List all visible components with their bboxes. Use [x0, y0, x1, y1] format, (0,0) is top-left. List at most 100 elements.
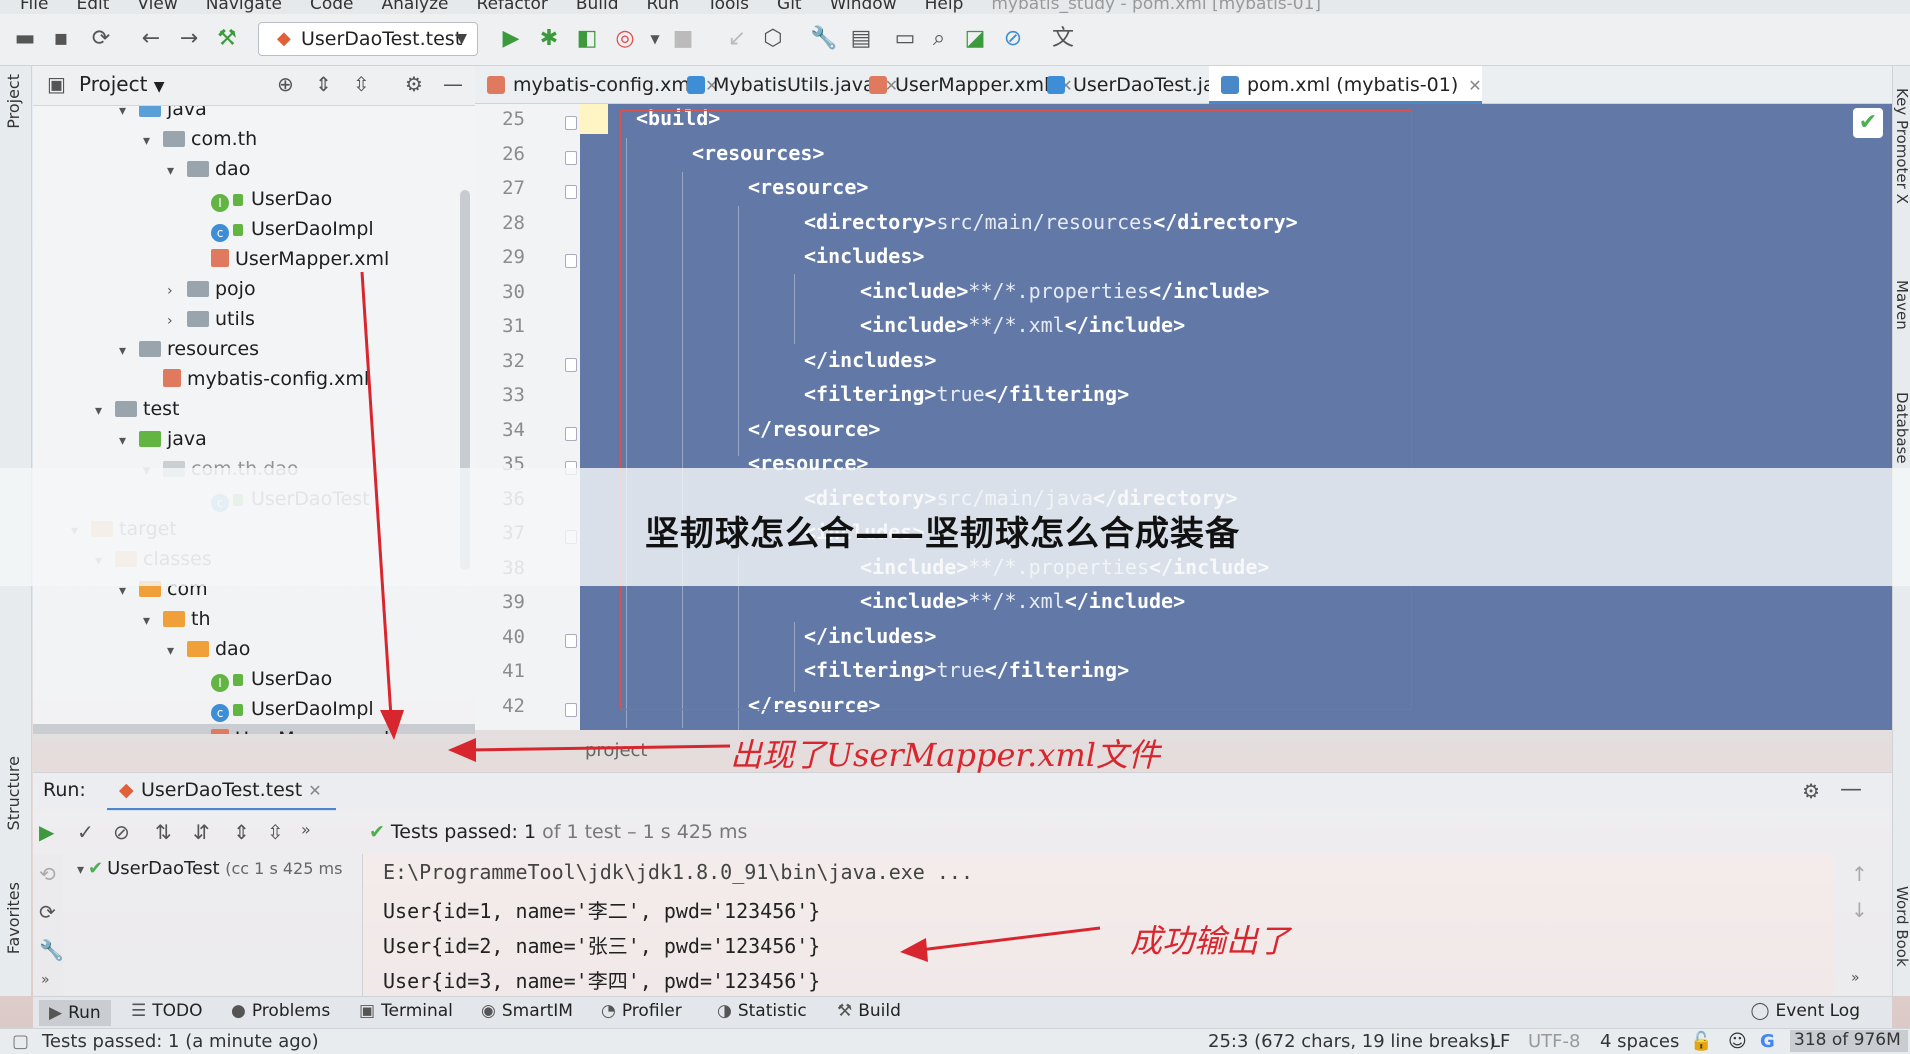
terminal-icon[interactable]: ▭: [892, 26, 918, 52]
close-icon[interactable]: ✕: [308, 781, 321, 800]
bottom-tab[interactable]: ● Problems: [231, 1001, 330, 1021]
open-folder-icon[interactable]: ▬: [12, 26, 38, 52]
chevron-icon[interactable]: ▾: [143, 126, 163, 156]
status-message[interactable]: Tests passed: 1 (a minute ago): [42, 1031, 319, 1052]
tree-item[interactable]: I UserDao: [33, 184, 475, 214]
tree-item[interactable]: ▾ com.th: [33, 124, 475, 154]
menu-item[interactable]: Git: [777, 0, 802, 13]
bottom-tab[interactable]: ◑ Statistic: [717, 1001, 807, 1021]
sort-duration-icon[interactable]: ⇵: [193, 820, 210, 844]
close-icon[interactable]: ✕: [1468, 76, 1481, 95]
tree-item[interactable]: › utils: [33, 304, 475, 334]
tree-item[interactable]: ▾ dao: [33, 634, 475, 664]
inspection-icon[interactable]: ☺: [1728, 1031, 1747, 1052]
tree-item[interactable]: c UserDaoImpl: [33, 214, 475, 244]
chevron-icon[interactable]: ▾: [143, 606, 163, 636]
bottom-tab[interactable]: ▶ Run: [39, 1000, 111, 1026]
chevron-icon[interactable]: ▾: [167, 156, 187, 186]
run-icon[interactable]: ▶: [498, 26, 524, 52]
minimize-icon[interactable]: —: [1840, 777, 1862, 802]
statistic-icon[interactable]: ◪: [962, 26, 988, 52]
menu-item[interactable]: Tools: [707, 0, 749, 13]
scroll-down-icon[interactable]: ↓: [1851, 898, 1868, 922]
expand-all-icon[interactable]: ⇕: [233, 820, 250, 844]
rerun-failed-icon[interactable]: ⟲: [39, 862, 56, 886]
translate-icon[interactable]: 文: [1050, 26, 1076, 52]
tree-item[interactable]: mybatis-config.xml: [33, 364, 475, 394]
chevron-icon[interactable]: ▾: [119, 426, 139, 456]
menu-item[interactable]: Run: [647, 0, 680, 13]
expand-all-icon[interactable]: ⇕: [315, 72, 332, 96]
menu-item[interactable]: Edit: [76, 0, 109, 13]
profile-dropdown-icon[interactable]: ▼: [642, 26, 668, 52]
chevron-icon[interactable]: ›: [167, 276, 187, 306]
menu-item[interactable]: Analyze: [382, 0, 449, 13]
editor-breadcrumb[interactable]: project: [585, 740, 647, 761]
scroll-up-icon[interactable]: ↑: [1851, 862, 1868, 886]
menu-item[interactable]: View: [137, 0, 177, 13]
tree-item[interactable]: ▾ th: [33, 604, 475, 634]
run-config-selector[interactable]: ◆ UserDaoTest.test ▼: [258, 22, 478, 56]
back-icon[interactable]: ←: [138, 26, 164, 52]
project-tool-tab[interactable]: Project: [4, 74, 23, 129]
fold-marker-icon[interactable]: [565, 426, 577, 441]
forward-icon[interactable]: →: [176, 26, 202, 52]
menu-item[interactable]: Window: [830, 0, 897, 13]
fold-marker-icon[interactable]: [565, 633, 577, 648]
menu-item[interactable]: Build: [576, 0, 619, 13]
tree-item[interactable]: c UserDaoImpl: [33, 694, 475, 724]
settings-wrench-icon[interactable]: 🔧: [810, 26, 837, 52]
show-passed-icon[interactable]: ✓: [77, 820, 94, 844]
collapse-all-icon[interactable]: ⇳: [353, 72, 370, 96]
favorites-tool-tab[interactable]: Favorites: [4, 882, 23, 954]
debug-icon[interactable]: ✱: [536, 26, 562, 52]
disable-icon[interactable]: ⊘: [1000, 26, 1026, 52]
test-result-row[interactable]: ▾ ✔ UserDaoTest (cc 1 s 425 ms: [77, 858, 342, 879]
google-icon[interactable]: G: [1760, 1031, 1775, 1052]
tree-item[interactable]: I UserDao: [33, 664, 475, 694]
editor-tab[interactable]: pom.xml (mybatis-01) ✕: [1209, 66, 1482, 104]
bottom-tab[interactable]: ◉ SmartIM: [481, 1001, 573, 1021]
fold-marker-icon[interactable]: [565, 702, 577, 717]
fold-marker-icon[interactable]: [565, 254, 577, 268]
gear-icon[interactable]: ⚙: [1802, 779, 1820, 803]
stop-icon[interactable]: ■: [670, 26, 696, 52]
maven-tab[interactable]: Maven: [1893, 280, 1910, 330]
fold-marker-icon[interactable]: [565, 150, 577, 165]
run-console[interactable]: E:\ProgrammeTool\jdk\jdk1.8.0_91\bin\jav…: [363, 854, 1833, 996]
menu-item[interactable]: Code: [310, 0, 354, 13]
profile-icon[interactable]: ◎: [612, 26, 638, 52]
chevron-icon[interactable]: ▾: [119, 106, 139, 126]
collapse-all-icon[interactable]: ⇳: [267, 820, 284, 844]
git-update-icon[interactable]: ↙: [724, 26, 750, 52]
sync-icon[interactable]: ⟳: [88, 26, 114, 52]
menu-item[interactable]: Refactor: [477, 0, 548, 13]
hide-panel-icon[interactable]: —: [443, 72, 463, 96]
tree-item[interactable]: › pojo: [33, 274, 475, 304]
build-hammer-icon[interactable]: ⚒: [214, 26, 240, 52]
project-structure-icon[interactable]: ▤: [848, 26, 874, 52]
chevron-icon[interactable]: ▾: [95, 396, 115, 426]
indent-setting[interactable]: 4 spaces: [1600, 1031, 1679, 1052]
word-book-tab[interactable]: Word Book: [1893, 886, 1910, 967]
tree-item[interactable]: ▾ test: [33, 394, 475, 424]
bottom-tab[interactable]: ☰ TODO: [131, 1001, 203, 1021]
save-icon[interactable]: ▪: [48, 26, 74, 52]
chevron-icon[interactable]: ▾: [167, 636, 187, 666]
sort-alpha-icon[interactable]: ⇅: [155, 820, 172, 844]
tree-item[interactable]: UserMapper.xml: [33, 724, 475, 734]
memory-indicator[interactable]: 318 of 976M: [1790, 1030, 1908, 1052]
file-encoding[interactable]: UTF-8: [1528, 1031, 1580, 1052]
tree-item[interactable]: ▾ java: [33, 106, 475, 124]
event-log-tab[interactable]: ◯ Event Log: [1751, 1001, 1861, 1021]
bottom-tab[interactable]: ⚒ Build: [837, 1001, 901, 1021]
menu-item[interactable]: File: [20, 0, 48, 13]
bottom-tab[interactable]: ▣ Terminal: [359, 1001, 453, 1021]
fold-marker-icon[interactable]: [565, 185, 577, 199]
git-push-icon[interactable]: ⬡: [760, 26, 786, 52]
run-tab[interactable]: ◆ UserDaoTest.test ✕: [107, 773, 336, 811]
database-tab[interactable]: Database: [1893, 392, 1910, 464]
lock-icon[interactable]: 🔓: [1690, 1031, 1712, 1052]
caret-position[interactable]: 25:3 (672 chars, 19 line breaks): [1208, 1031, 1496, 1052]
more-icon[interactable]: »: [1851, 970, 1860, 986]
